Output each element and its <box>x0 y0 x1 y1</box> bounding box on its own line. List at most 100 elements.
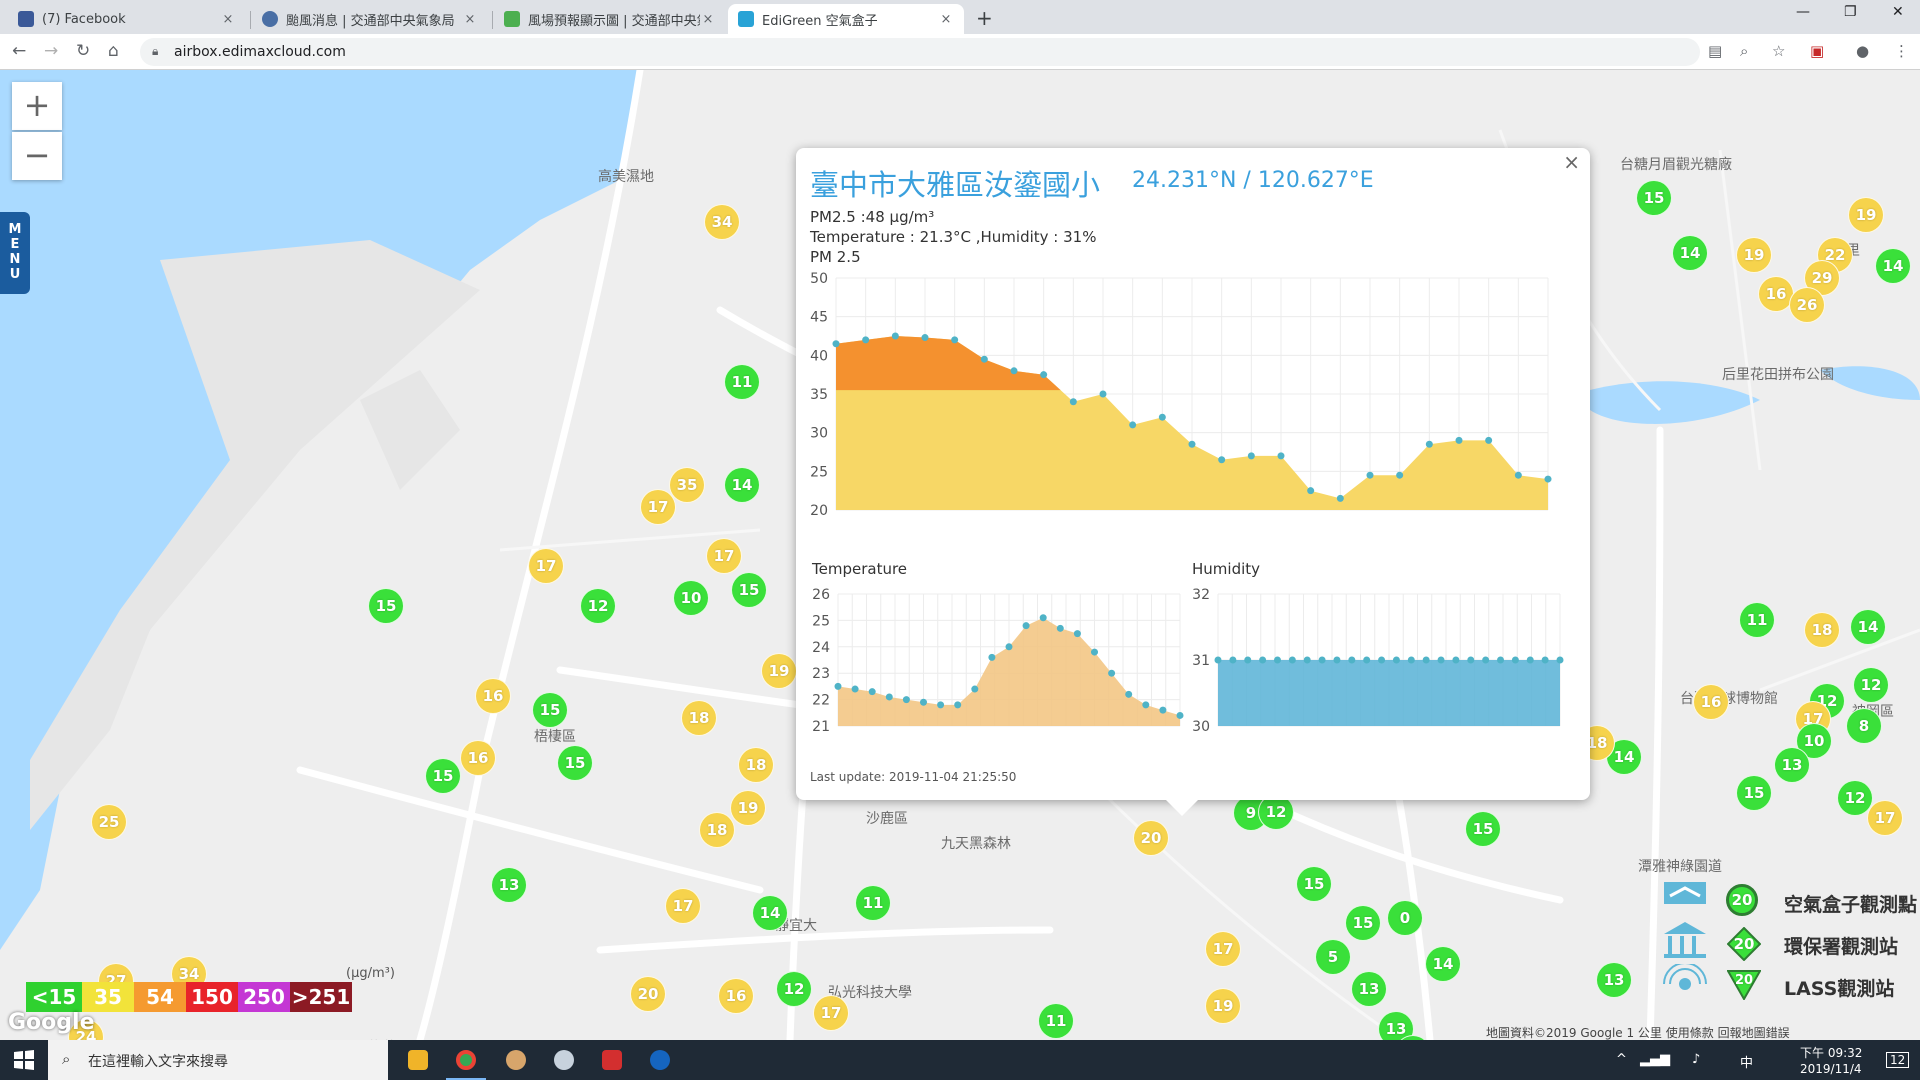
tab-wind[interactable]: 風場預報顯示圖 | 交通部中央氣象局 × <box>494 4 726 34</box>
station-marker[interactable]: 11 <box>724 364 760 400</box>
station-marker[interactable]: 15 <box>731 572 767 608</box>
station-marker[interactable]: 20 <box>1133 820 1169 856</box>
station-marker[interactable]: 20 <box>630 976 666 1012</box>
app-icon-3[interactable] <box>602 1050 622 1070</box>
station-marker[interactable]: 19 <box>761 653 797 689</box>
station-marker[interactable]: 15 <box>368 588 404 624</box>
station-marker[interactable]: 19 <box>1205 988 1241 1024</box>
tab-close-icon[interactable]: × <box>462 12 478 27</box>
bookmark-star-icon[interactable]: ☆ <box>1772 42 1785 60</box>
more-menu-icon[interactable]: ⋮ <box>1894 42 1909 60</box>
station-marker[interactable]: 16 <box>718 978 754 1014</box>
zoom-out-button[interactable]: − <box>12 132 62 180</box>
station-marker[interactable]: 17 <box>813 995 849 1031</box>
new-tab-button[interactable]: + <box>976 6 993 30</box>
station-marker[interactable]: 8 <box>1846 708 1882 744</box>
station-marker[interactable]: 13 <box>1774 747 1810 783</box>
station-marker[interactable]: 16 <box>1693 684 1729 720</box>
station-marker[interactable]: 18 <box>738 747 774 783</box>
app-icon-4[interactable] <box>650 1050 670 1070</box>
tray-chevron-icon[interactable]: ^ <box>1616 1052 1627 1067</box>
file-explorer-icon[interactable] <box>408 1050 428 1070</box>
station-marker[interactable]: 17 <box>706 538 742 574</box>
station-marker[interactable]: 14 <box>1672 235 1708 271</box>
station-marker[interactable]: 19 <box>1736 237 1772 273</box>
station-marker[interactable]: 13 <box>1351 971 1387 1007</box>
close-window-button[interactable]: ✕ <box>1892 4 1904 20</box>
station-marker[interactable]: 17 <box>1205 931 1241 967</box>
url-text[interactable]: airbox.edimaxcloud.com <box>174 44 346 60</box>
station-marker[interactable]: 10 <box>673 580 709 616</box>
station-marker[interactable]: 13 <box>491 867 527 903</box>
station-marker[interactable]: 0 <box>1387 900 1423 936</box>
station-marker[interactable]: 11 <box>855 885 891 921</box>
station-marker[interactable]: 17 <box>665 888 701 924</box>
clock-date[interactable]: 2019/11/4 <box>1800 1062 1862 1076</box>
station-marker[interactable]: 11 <box>1739 602 1775 638</box>
station-marker[interactable]: 15 <box>557 745 593 781</box>
station-marker[interactable]: 5 <box>1315 939 1351 975</box>
station-marker[interactable]: 15 <box>1345 905 1381 941</box>
station-marker[interactable]: 16 <box>475 678 511 714</box>
network-icon[interactable]: ▂▄▆ <box>1640 1052 1670 1067</box>
clock-time[interactable]: 下午 09:32 <box>1800 1044 1862 1061</box>
station-marker[interactable]: 15 <box>1465 811 1501 847</box>
station-marker[interactable]: 34 <box>704 204 740 240</box>
volume-icon[interactable]: ♪ <box>1692 1052 1700 1067</box>
station-marker[interactable]: 15 <box>532 692 568 728</box>
station-marker[interactable]: 14 <box>1425 946 1461 982</box>
station-marker[interactable]: 13 <box>1596 962 1632 998</box>
home-icon[interactable]: ⌂ <box>108 41 119 61</box>
station-marker[interactable]: 11 <box>1038 1003 1074 1039</box>
address-bar[interactable]: 🔒︎ airbox.edimaxcloud.com <box>140 38 1700 66</box>
reload-icon[interactable]: ↻ <box>76 41 90 61</box>
station-marker[interactable]: 18 <box>1804 612 1840 648</box>
zoom-in-button[interactable]: + <box>12 82 62 130</box>
forward-icon[interactable]: → <box>44 41 58 61</box>
map-canvas[interactable]: + − M E N U 高美濕地梧棲區沙鹿區九天黑森林靜宜大弘光科技大學龍井區都… <box>0 70 1920 1040</box>
minimize-button[interactable]: — <box>1796 4 1810 20</box>
station-marker[interactable]: 14 <box>1850 609 1886 645</box>
station-marker[interactable]: 12 <box>1853 667 1889 703</box>
station-marker[interactable]: 14 <box>724 467 760 503</box>
maximize-button[interactable]: ❐ <box>1844 4 1857 20</box>
taskbar-search[interactable]: ⌕ 在這裡輸入文字來搜尋 <box>48 1040 388 1080</box>
station-marker[interactable]: 17 <box>1867 800 1903 836</box>
tab-close-icon[interactable]: × <box>700 12 716 27</box>
back-icon[interactable]: ← <box>12 41 26 61</box>
station-marker[interactable]: 15 <box>425 758 461 794</box>
station-marker[interactable]: 19 <box>1848 197 1884 233</box>
station-marker[interactable]: 16 <box>460 740 496 776</box>
station-marker[interactable]: 18 <box>699 812 735 848</box>
zoom-icon[interactable]: ⌕ <box>1740 42 1748 60</box>
station-marker[interactable]: 18 <box>681 700 717 736</box>
notification-badge[interactable]: 12 <box>1886 1052 1910 1068</box>
popup-close-button[interactable]: × <box>1563 150 1580 174</box>
tab-close-icon[interactable]: × <box>938 12 954 27</box>
translate-icon[interactable]: ▤ <box>1708 42 1722 60</box>
tab-typhoon[interactable]: 颱風消息 | 交通部中央氣象局 × <box>252 4 488 34</box>
extension-icon[interactable]: ▣ <box>1810 42 1824 60</box>
station-marker[interactable]: 12 <box>776 971 812 1007</box>
station-marker[interactable]: 35 <box>669 467 705 503</box>
station-marker[interactable]: 26 <box>1789 287 1825 323</box>
app-icon-2[interactable] <box>554 1050 574 1070</box>
profile-icon[interactable]: ● <box>1856 42 1869 60</box>
tab-facebook[interactable]: (7) Facebook × <box>8 4 246 34</box>
station-marker[interactable]: 19 <box>730 790 766 826</box>
station-marker[interactable]: 15 <box>1636 180 1672 216</box>
station-marker[interactable]: 12 <box>580 588 616 624</box>
station-marker[interactable]: 14 <box>752 895 788 931</box>
chrome-icon[interactable] <box>456 1050 476 1070</box>
station-marker[interactable]: 17 <box>640 489 676 525</box>
windows-start-icon[interactable] <box>14 1050 34 1070</box>
tab-close-icon[interactable]: × <box>220 12 236 27</box>
station-marker[interactable]: 25 <box>91 804 127 840</box>
menu-button[interactable]: M E N U <box>0 212 30 294</box>
station-marker[interactable]: 14 <box>1875 248 1911 284</box>
station-marker[interactable]: 15 <box>1296 866 1332 902</box>
app-icon-1[interactable] <box>506 1050 526 1070</box>
station-marker[interactable]: 15 <box>1736 775 1772 811</box>
ime-indicator[interactable]: 中 <box>1740 1052 1753 1071</box>
tab-edigreen[interactable]: EdiGreen 空氣盒子 × <box>728 4 964 34</box>
